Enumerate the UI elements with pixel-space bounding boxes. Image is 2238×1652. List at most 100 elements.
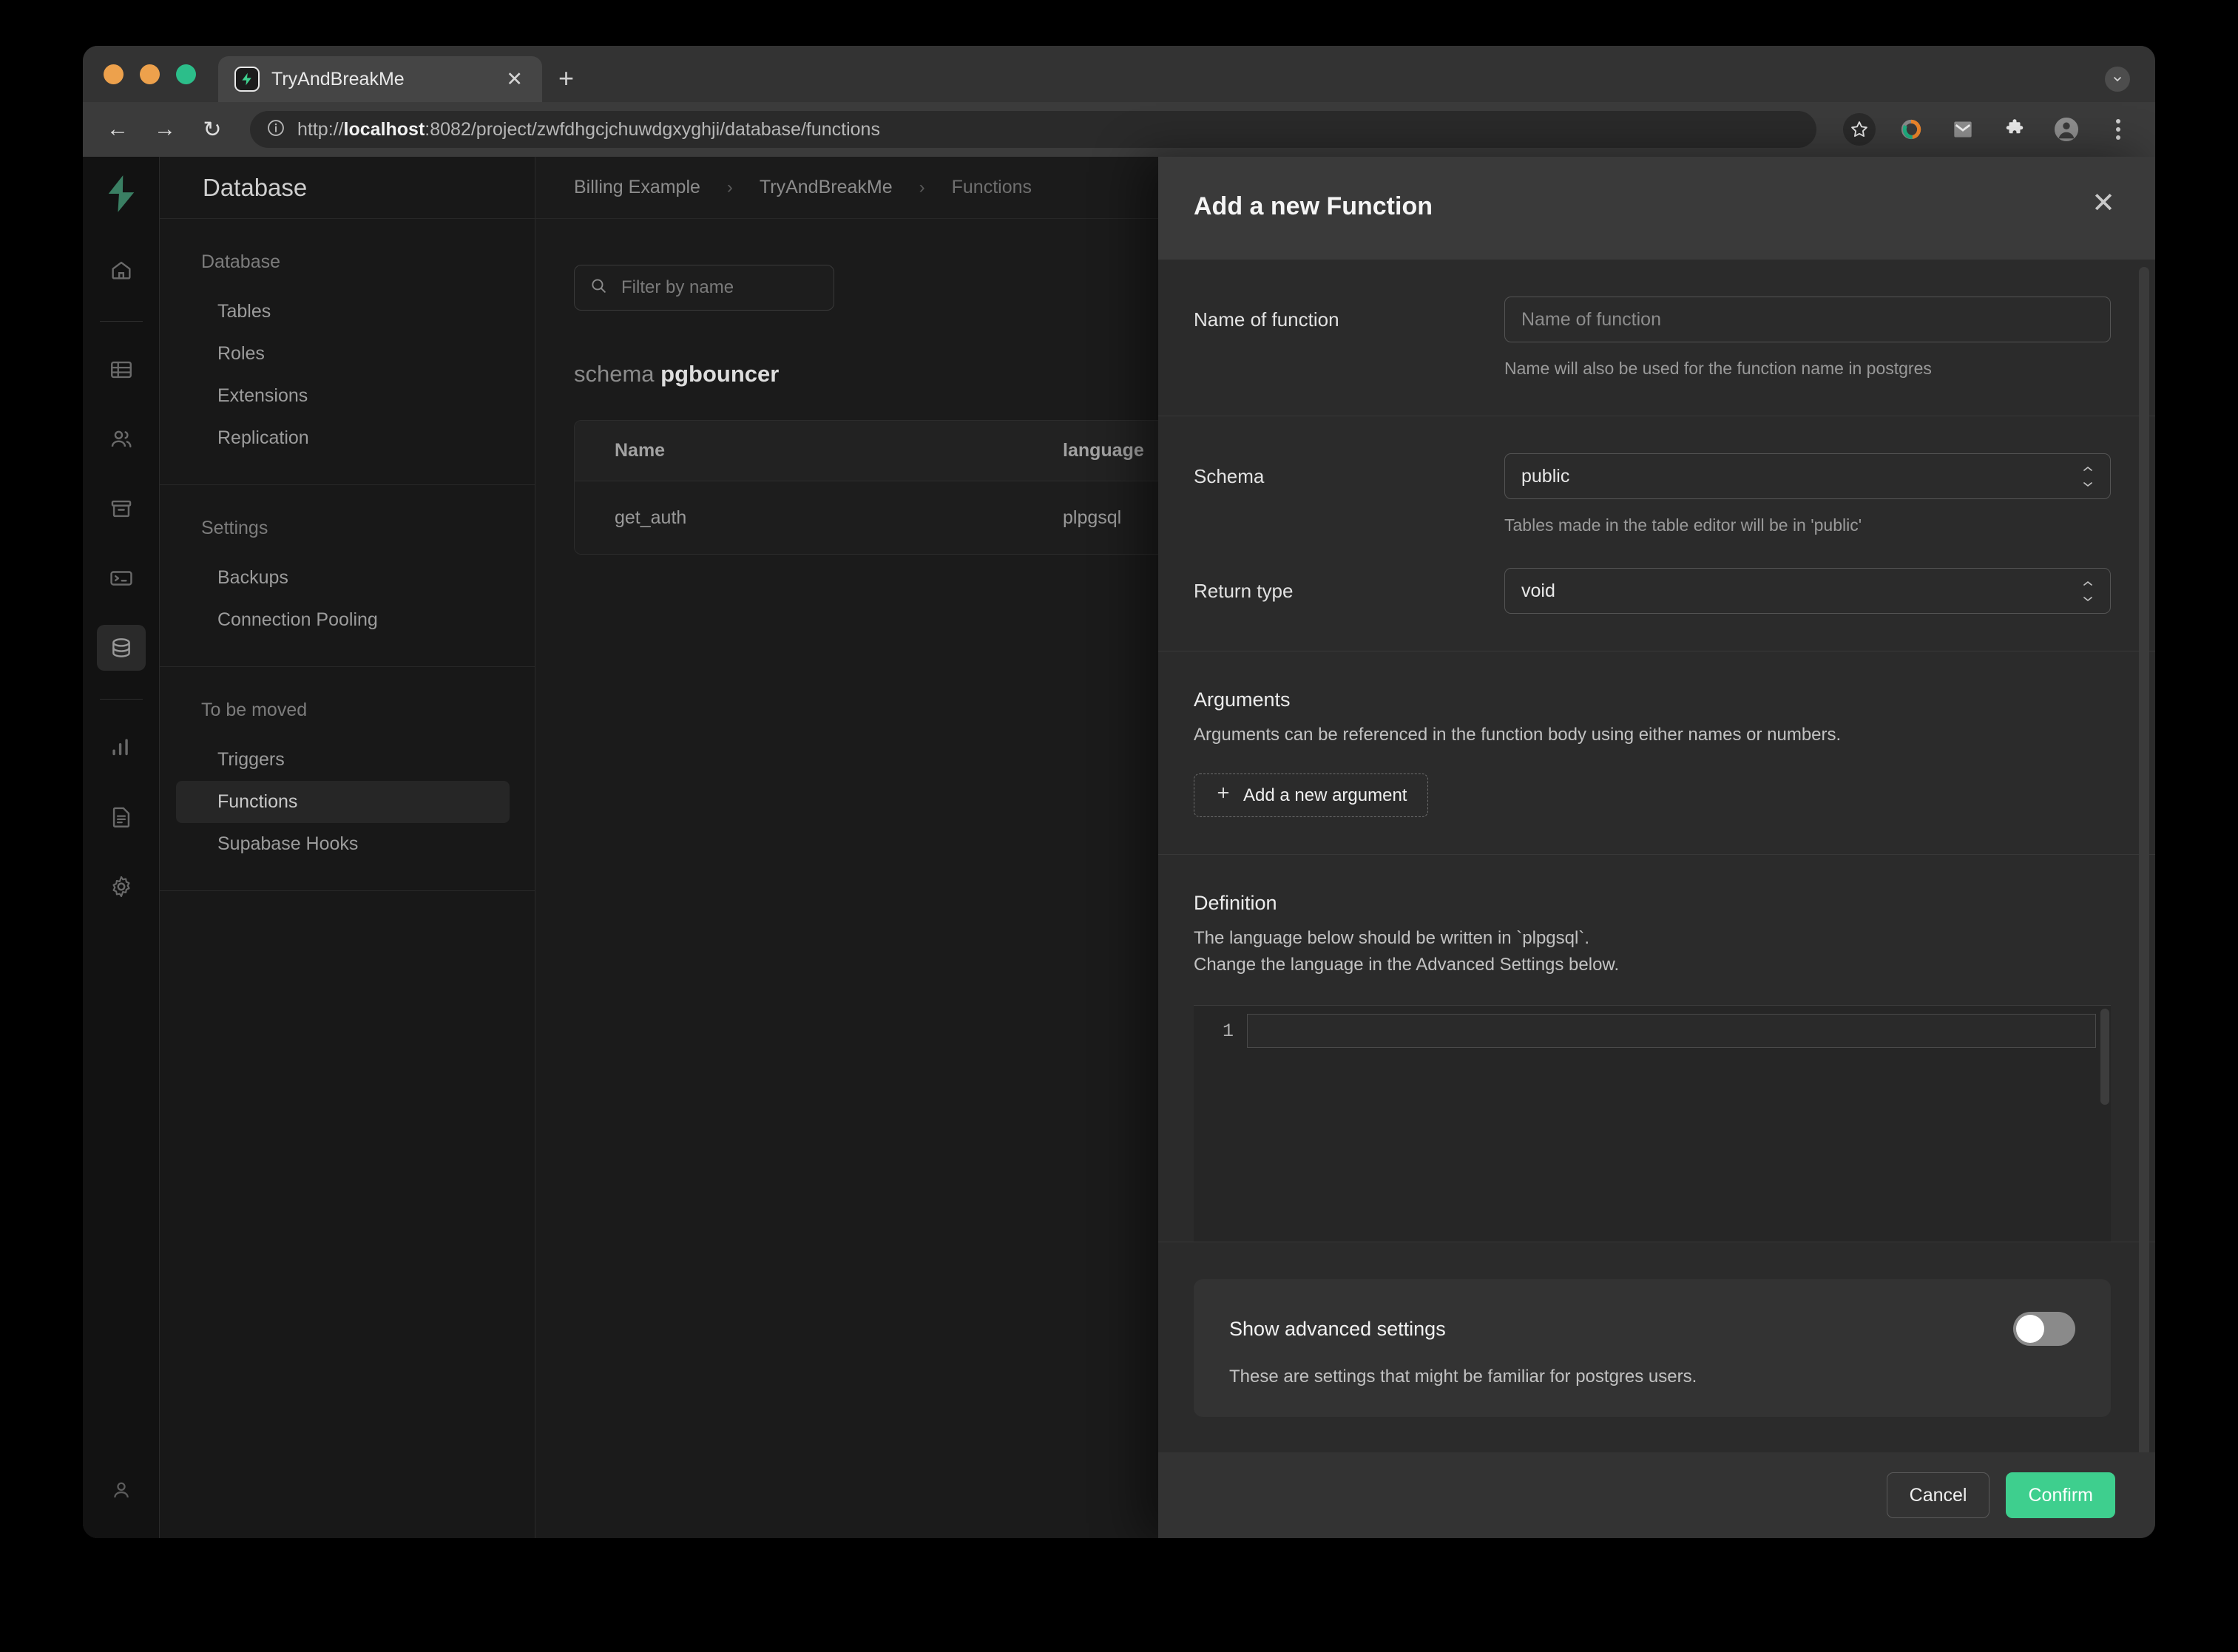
donut-extension-icon[interactable] bbox=[1895, 113, 1927, 146]
sidebar-item-storage[interactable] bbox=[97, 486, 146, 532]
function-name-input[interactable]: Name of function bbox=[1504, 297, 2111, 342]
breadcrumb-page: Functions bbox=[951, 177, 1032, 197]
sidebar-item-roles[interactable]: Roles bbox=[176, 333, 510, 375]
sidebar-header: Database bbox=[160, 157, 535, 219]
breadcrumb-project[interactable]: TryAndBreakMe bbox=[760, 177, 893, 198]
url-text: http://localhost:8082/project/zwfdhgcjch… bbox=[297, 118, 880, 140]
sidebar-group-to-be-moved: To be moved Triggers Functions Supabase … bbox=[160, 667, 535, 891]
breadcrumb-separator: › bbox=[726, 177, 733, 197]
gmail-icon[interactable] bbox=[1947, 113, 1979, 146]
confirm-button[interactable]: Confirm bbox=[2006, 1472, 2115, 1518]
main-content: Billing Example › TryAndBreakMe › Functi… bbox=[535, 157, 2155, 1538]
tab-strip: TryAndBreakMe ✕ + bbox=[83, 46, 2155, 102]
search-input[interactable]: Filter by name bbox=[574, 265, 834, 311]
arguments-description: Arguments can be referenced in the funct… bbox=[1194, 725, 1842, 745]
definition-section: Definition The language below should be … bbox=[1158, 855, 2155, 1242]
back-button[interactable]: ← bbox=[104, 117, 132, 142]
schema-select-value: public bbox=[1521, 465, 1570, 487]
definition-line-2: Change the language in the Advanced Sett… bbox=[1194, 955, 1620, 975]
sidebar-group-database: Database Tables Roles Extensions Replica… bbox=[160, 219, 535, 485]
show-advanced-settings-toggle[interactable] bbox=[2013, 1312, 2075, 1346]
browser-tab[interactable]: TryAndBreakMe ✕ bbox=[218, 56, 542, 102]
sidebar-item-settings[interactable] bbox=[97, 864, 146, 910]
minimize-window-button[interactable] bbox=[140, 64, 160, 84]
name-of-function-label: Name of function bbox=[1194, 308, 1339, 331]
bookmark-star-icon[interactable] bbox=[1843, 113, 1876, 146]
chevron-updown-icon bbox=[2080, 466, 2095, 487]
advanced-settings-card: Show advanced settings These are setting… bbox=[1194, 1279, 2111, 1417]
account-icon[interactable] bbox=[97, 1467, 146, 1513]
sidebar-item-backups[interactable]: Backups bbox=[176, 557, 510, 599]
sidebar-item-replication[interactable]: Replication bbox=[176, 417, 510, 459]
sidebar-item-supabase-hooks[interactable]: Supabase Hooks bbox=[176, 823, 510, 865]
close-window-button[interactable] bbox=[104, 64, 124, 84]
chevron-down-icon[interactable] bbox=[2105, 67, 2130, 92]
tab-title: TryAndBreakMe bbox=[271, 68, 405, 89]
panel-header: Add a new Function ✕ bbox=[1158, 157, 2155, 260]
schema-select[interactable]: public bbox=[1504, 453, 2111, 499]
search-placeholder: Filter by name bbox=[621, 277, 734, 297]
rail-divider-2 bbox=[99, 699, 143, 700]
schema-prefix: schema bbox=[574, 361, 655, 387]
advanced-settings-section: Show advanced settings These are setting… bbox=[1158, 1242, 2155, 1424]
add-new-argument-label: Add a new argument bbox=[1243, 785, 1407, 805]
sidebar-item-logs[interactable] bbox=[97, 794, 146, 840]
sidebar-item-functions[interactable]: Functions bbox=[176, 781, 510, 823]
search-icon bbox=[589, 277, 608, 299]
sidebar-item-triggers[interactable]: Triggers bbox=[176, 739, 510, 781]
name-section: Name of function Name of function Name w… bbox=[1158, 260, 2155, 416]
product-sidebar: Database Database Tables Roles Extension… bbox=[160, 157, 535, 1538]
kebab-menu-icon[interactable] bbox=[2102, 113, 2134, 146]
reload-button[interactable]: ↻ bbox=[198, 117, 226, 143]
panel-footer: Cancel Confirm bbox=[1158, 1452, 2155, 1538]
forward-button[interactable]: → bbox=[151, 117, 179, 142]
sidebar-item-sql-editor[interactable] bbox=[97, 555, 146, 601]
page-title: Database bbox=[203, 173, 308, 201]
editor-active-line[interactable] bbox=[1247, 1014, 2096, 1048]
profile-avatar[interactable] bbox=[2050, 113, 2083, 146]
address-bar[interactable]: http://localhost:8082/project/zwfdhgcjch… bbox=[250, 111, 1816, 148]
panel-body: Name of function Name of function Name w… bbox=[1158, 260, 2155, 1452]
column-header-name: Name bbox=[615, 440, 666, 461]
sidebar-item-table-editor[interactable] bbox=[97, 347, 146, 393]
definition-code-editor[interactable]: 1 bbox=[1194, 1005, 2111, 1242]
close-tab-icon[interactable]: ✕ bbox=[501, 65, 527, 94]
maximize-window-button[interactable] bbox=[176, 64, 196, 84]
sidebar-group-label: Settings bbox=[201, 518, 268, 538]
function-name-help: Name will also be used for the function … bbox=[1504, 359, 1932, 378]
schema-name: pgbouncer bbox=[660, 361, 780, 387]
puzzle-extension-icon[interactable] bbox=[1998, 113, 2031, 146]
app-root: Database Database Tables Roles Extension… bbox=[83, 157, 2155, 1538]
definition-line-1: The language below should be written in … bbox=[1194, 928, 1589, 948]
sidebar-item-authentication[interactable] bbox=[97, 416, 146, 462]
sidebar-item-tables[interactable]: Tables bbox=[176, 291, 510, 333]
editor-scrollbar[interactable] bbox=[2100, 1009, 2109, 1105]
plus-icon bbox=[1215, 785, 1231, 806]
breadcrumb-separator: › bbox=[919, 177, 925, 197]
breadcrumb-org[interactable]: Billing Example bbox=[574, 177, 700, 198]
sidebar-item-extensions[interactable]: Extensions bbox=[176, 375, 510, 417]
sidebar-item-connection-pooling[interactable]: Connection Pooling bbox=[176, 599, 510, 641]
sidebar-group-label: To be moved bbox=[201, 700, 308, 720]
add-new-argument-button[interactable]: Add a new argument bbox=[1194, 773, 1429, 817]
new-tab-button[interactable]: + bbox=[558, 65, 574, 92]
sidebar-item-database[interactable] bbox=[96, 625, 146, 671]
sidebar-item-home[interactable] bbox=[97, 247, 146, 293]
panel-scrollbar[interactable] bbox=[2139, 267, 2149, 1452]
site-info-icon[interactable] bbox=[266, 118, 285, 141]
schema-help: Tables made in the table editor will be … bbox=[1504, 515, 1862, 535]
return-type-label: Return type bbox=[1194, 580, 1294, 602]
sidebar-item-reports[interactable] bbox=[97, 725, 146, 771]
editor-line-number: 1 bbox=[1222, 1020, 1234, 1042]
window-traffic-lights bbox=[104, 46, 218, 102]
chevron-updown-icon bbox=[2080, 580, 2095, 601]
close-icon[interactable]: ✕ bbox=[2092, 189, 2115, 217]
cancel-button[interactable]: Cancel bbox=[1886, 1472, 1990, 1518]
advanced-settings-row: Show advanced settings bbox=[1229, 1312, 2075, 1346]
supabase-logo[interactable] bbox=[101, 173, 142, 214]
lightning-bolt-icon bbox=[234, 67, 260, 92]
sidebar-group-label: Database bbox=[201, 251, 281, 272]
return-type-select[interactable]: void bbox=[1504, 568, 2111, 614]
schema-label: Schema bbox=[1194, 465, 1265, 487]
panel-title: Add a new Function bbox=[1194, 192, 1433, 220]
